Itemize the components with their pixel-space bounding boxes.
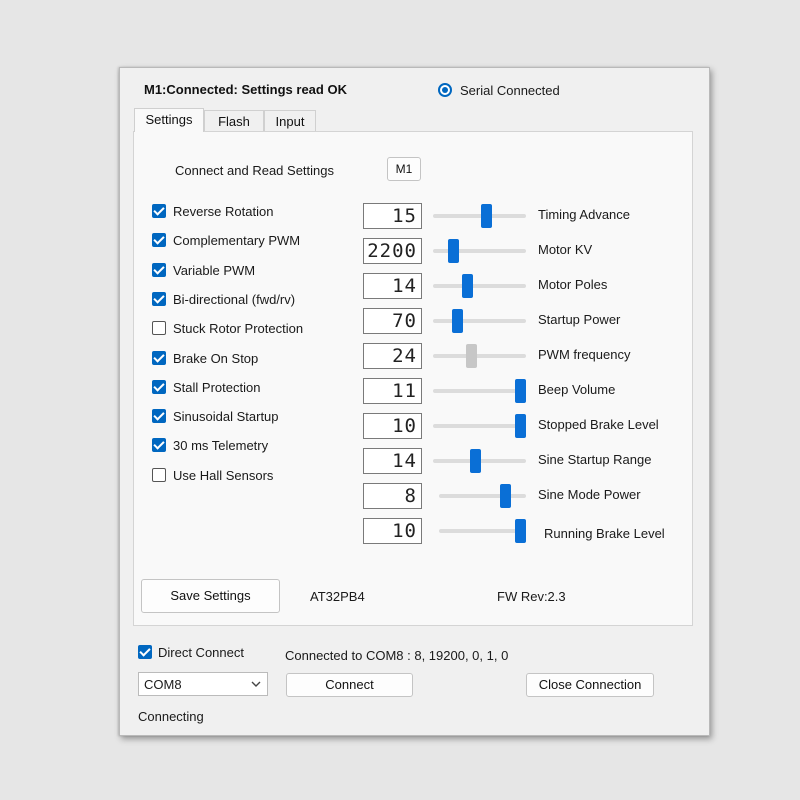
slider-label: Motor Poles — [538, 277, 608, 292]
setting-checkbox-label: Stall Protection — [173, 380, 261, 395]
setting-value-display[interactable]: 15 — [363, 203, 422, 229]
setting-checkbox-label: Variable PWM — [173, 263, 256, 278]
setting-value-display[interactable]: 2200 — [363, 238, 422, 264]
slider-thumb[interactable] — [462, 274, 473, 298]
motor-m1-button[interactable]: M1 — [387, 157, 421, 181]
setting-checkbox[interactable] — [152, 468, 166, 482]
setting-value-display[interactable]: 70 — [363, 308, 422, 334]
setting-value-display[interactable]: 14 — [363, 273, 422, 299]
slider-track[interactable] — [433, 389, 526, 393]
slider-thumb[interactable] — [515, 519, 526, 543]
setting-checkbox-label: Reverse Rotation — [173, 204, 274, 219]
slider-thumb[interactable] — [500, 484, 511, 508]
setting-checkbox[interactable] — [152, 380, 166, 394]
direct-connect-label: Direct Connect — [158, 645, 244, 660]
slider-label: Running Brake Level — [544, 526, 665, 541]
serial-connected-label: Serial Connected — [460, 83, 560, 98]
slider-thumb[interactable] — [452, 309, 463, 333]
setting-value-display[interactable]: 14 — [363, 448, 422, 474]
connection-status-text: Connecting — [138, 709, 204, 724]
tab-label: Input — [275, 114, 305, 129]
setting-checkbox-label: Stuck Rotor Protection — [173, 321, 304, 336]
connected-info-text: Connected to COM8 : 8, 19200, 0, 1, 0 — [285, 648, 509, 663]
setting-value-display[interactable]: 10 — [363, 518, 422, 544]
mcu-type-label: AT32PB4 — [310, 589, 365, 604]
slider-thumb[interactable] — [466, 344, 477, 368]
app-window: M1:Connected: Settings read OK Serial Co… — [119, 67, 710, 736]
slider-thumb[interactable] — [481, 204, 492, 228]
setting-checkbox-label: 30 ms Telemetry — [173, 438, 269, 453]
chevron-down-icon — [251, 681, 261, 687]
setting-checkbox[interactable] — [152, 233, 166, 247]
slider-thumb[interactable] — [470, 449, 481, 473]
direct-connect-checkbox[interactable] — [138, 645, 152, 659]
setting-checkbox[interactable] — [152, 409, 166, 423]
slider-label: Sine Startup Range — [538, 452, 652, 467]
slider-label: Stopped Brake Level — [538, 417, 659, 432]
tab-flash[interactable]: Flash — [204, 110, 264, 132]
com-port-select[interactable]: COM8 — [138, 672, 268, 696]
slider-thumb[interactable] — [448, 239, 459, 263]
setting-value-display[interactable]: 24 — [363, 343, 422, 369]
connect-read-label: Connect and Read Settings — [175, 163, 334, 178]
close-connection-button[interactable]: Close Connection — [526, 673, 654, 697]
connect-button[interactable]: Connect — [286, 673, 413, 697]
slider-track[interactable] — [433, 214, 526, 218]
setting-checkbox[interactable] — [152, 204, 166, 218]
tab-label: Settings — [145, 112, 193, 127]
setting-value-display[interactable]: 10 — [363, 413, 422, 439]
slider-label: Timing Advance — [538, 207, 631, 222]
tab-input[interactable]: Input — [264, 110, 316, 132]
tab-settings[interactable]: Settings — [134, 108, 204, 132]
slider-track[interactable] — [433, 424, 526, 428]
setting-checkbox-label: Use Hall Sensors — [173, 468, 274, 483]
slider-track[interactable] — [439, 529, 526, 533]
serial-connected-radio[interactable] — [438, 83, 452, 97]
slider-thumb[interactable] — [515, 379, 526, 403]
slider-track[interactable] — [433, 284, 526, 288]
setting-checkbox[interactable] — [152, 321, 166, 335]
connection-status-title: M1:Connected: Settings read OK — [144, 82, 347, 97]
save-settings-button[interactable]: Save Settings — [141, 579, 280, 613]
firmware-revision-label: FW Rev:2.3 — [497, 589, 566, 604]
setting-checkbox-label: Brake On Stop — [173, 351, 259, 366]
setting-value-display[interactable]: 8 — [363, 483, 422, 509]
setting-checkbox-label: Sinusoidal Startup — [173, 409, 279, 424]
setting-checkbox-label: Bi-directional (fwd/rv) — [173, 292, 296, 307]
slider-label: Beep Volume — [538, 382, 616, 397]
setting-checkbox[interactable] — [152, 263, 166, 277]
slider-label: Sine Mode Power — [538, 487, 641, 502]
slider-track[interactable] — [439, 494, 526, 498]
slider-label: PWM frequency — [538, 347, 631, 362]
setting-checkbox[interactable] — [152, 292, 166, 306]
slider-track[interactable] — [433, 319, 526, 323]
tab-label: Flash — [218, 114, 250, 129]
slider-thumb[interactable] — [515, 414, 526, 438]
settings-panel: Connect and Read Settings M1 Reverse Rot… — [133, 131, 693, 626]
setting-checkbox[interactable] — [152, 351, 166, 365]
slider-label: Startup Power — [538, 312, 621, 327]
slider-track[interactable] — [433, 354, 526, 358]
slider-track[interactable] — [433, 249, 526, 253]
setting-checkbox-label: Complementary PWM — [173, 233, 301, 248]
setting-value-display[interactable]: 11 — [363, 378, 422, 404]
com-port-value: COM8 — [144, 677, 182, 692]
setting-checkbox[interactable] — [152, 438, 166, 452]
slider-label: Motor KV — [538, 242, 593, 257]
